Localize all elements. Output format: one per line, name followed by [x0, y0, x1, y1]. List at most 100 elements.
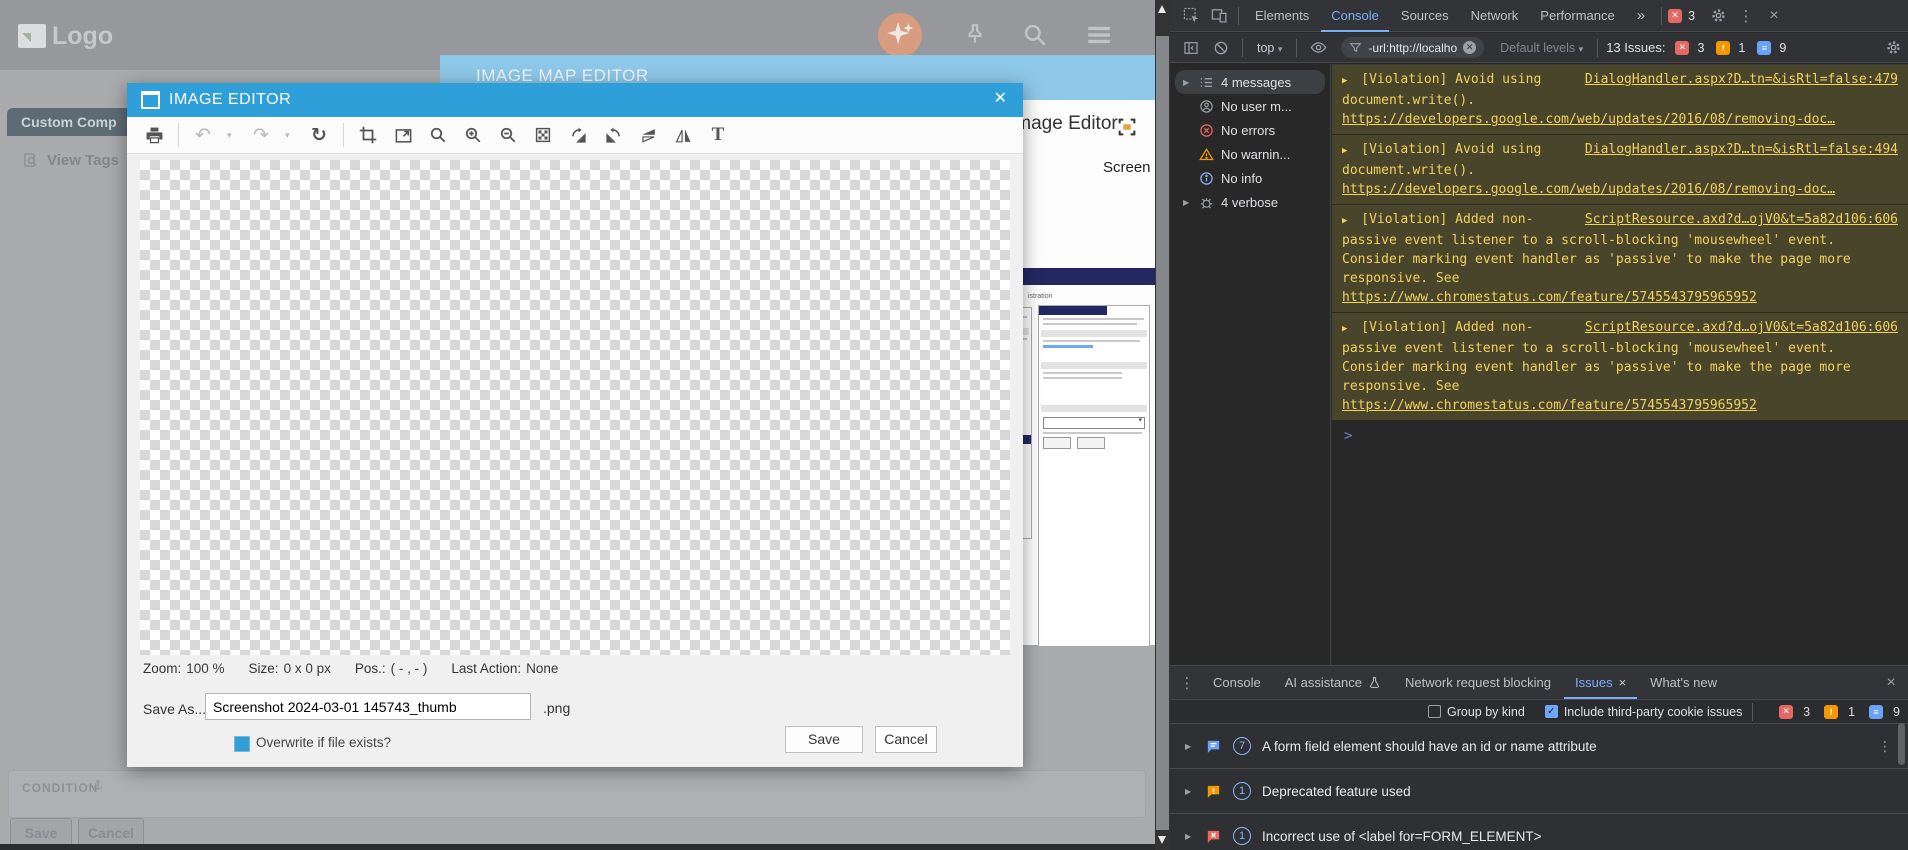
third-party-checkbox[interactable]: ✓: [1544, 705, 1558, 718]
message-doc-link[interactable]: https://developers.google.com/web/update…: [1342, 182, 1835, 197]
drawer-menu-button[interactable]: ⋮: [1174, 670, 1200, 696]
rotate-right-button[interactable]: [567, 124, 589, 146]
undo-dropdown-caret[interactable]: ▾: [227, 130, 237, 141]
expand-caret-icon[interactable]: ▶: [1183, 78, 1192, 87]
error-badge-icon[interactable]: ✕: [1668, 8, 1683, 23]
print-button[interactable]: [143, 124, 165, 146]
view-tags-link[interactable]: View Tags: [22, 152, 119, 169]
close-issues-tab-icon[interactable]: ×: [1619, 667, 1627, 699]
undo-button[interactable]: ↶: [192, 124, 214, 146]
drawer-tab-issues[interactable]: Issues ×: [1564, 666, 1637, 699]
issue-count-badge: 1: [1233, 827, 1251, 845]
expand-caret-icon[interactable]: ▶: [1342, 76, 1347, 86]
preview-thumbnail-main[interactable]: ▾: [1038, 305, 1150, 647]
sidebar-item-warnings[interactable]: No warnin...: [1175, 142, 1325, 166]
sidebar-item-info[interactable]: No info: [1175, 166, 1325, 190]
dialog-close-button[interactable]: ✕: [994, 91, 1007, 107]
clear-console-button[interactable]: [1208, 35, 1234, 61]
message-source-link[interactable]: DialogHandler.aspx?D…tn=&isRtl=false:479: [1585, 70, 1898, 89]
sidebar-item-errors[interactable]: No errors: [1175, 118, 1325, 142]
flip-horizontal-button[interactable]: [672, 124, 694, 146]
devtools-close-button[interactable]: ×: [1761, 3, 1787, 29]
clear-filter-icon[interactable]: ✕: [1463, 41, 1477, 54]
log-levels-selector[interactable]: Default levels ▾: [1494, 41, 1589, 55]
save-button[interactable]: Save: [785, 726, 863, 753]
expand-caret-icon[interactable]: ▶: [1342, 324, 1347, 334]
tab-elements[interactable]: Elements: [1245, 0, 1319, 32]
device-toolbar-button[interactable]: [1206, 3, 1232, 29]
issue-row[interactable]: ▶ 7 A form field element should have an …: [1170, 723, 1908, 768]
zoom-out-button[interactable]: [497, 124, 519, 146]
issue-row[interactable]: ▶ 1 Incorrect use of <label for=FORM_ELE…: [1170, 813, 1908, 850]
tab-performance[interactable]: Performance: [1530, 0, 1624, 32]
devtools-settings-button[interactable]: [1705, 3, 1731, 29]
refresh-button[interactable]: ↻: [308, 124, 330, 146]
message-source-link[interactable]: DialogHandler.aspx?D…tn=&isRtl=false:494: [1585, 140, 1898, 159]
message-doc-link[interactable]: https://developers.google.com/web/update…: [1342, 112, 1835, 127]
expand-caret-icon[interactable]: ▶: [1185, 742, 1194, 751]
more-tabs-button[interactable]: »: [1627, 0, 1655, 32]
cancel-button[interactable]: Cancel: [875, 726, 937, 753]
message-doc-link[interactable]: https://www.chromestatus.com/feature/574…: [1342, 398, 1757, 413]
drawer-tab-network-request-blocking[interactable]: Network request blocking: [1394, 666, 1562, 699]
sidebar-item-verbose[interactable]: ▶ 4 verbose: [1175, 190, 1325, 214]
expand-caret-icon[interactable]: ▶: [1183, 198, 1192, 207]
editor-canvas[interactable]: [140, 160, 1010, 655]
issue-kebab-menu[interactable]: ⋮: [1878, 738, 1892, 755]
issue-row[interactable]: ▶ 1 Deprecated feature used: [1170, 768, 1908, 813]
screenshot-capture-button[interactable]: [1116, 116, 1138, 138]
context-selector[interactable]: top ▾: [1251, 41, 1288, 55]
transparency-button[interactable]: [532, 124, 554, 146]
console-sidebar-toggle[interactable]: [1178, 35, 1204, 61]
sidebar-item-user-messages[interactable]: No user m...: [1175, 94, 1325, 118]
drawer-tab-whats-new[interactable]: What's new: [1639, 666, 1728, 699]
pin-button[interactable]: [962, 22, 988, 48]
issues-count-label[interactable]: 13 Issues:: [1606, 40, 1665, 55]
expand-caret-icon[interactable]: ▶: [1342, 216, 1347, 226]
console-prompt[interactable]: >: [1332, 421, 1908, 444]
tab-sources[interactable]: Sources: [1391, 0, 1459, 32]
separator: [1597, 38, 1599, 57]
expand-caret-icon[interactable]: ▶: [1185, 787, 1194, 796]
ai-sparkle-button[interactable]: [878, 13, 922, 57]
scrollbar-down-arrow[interactable]: [1158, 836, 1166, 844]
gear-icon: [1711, 9, 1725, 22]
message-source-link[interactable]: ScriptResource.axd?d…ojV0&t=5a82d106:606: [1585, 210, 1898, 229]
expand-caret-icon[interactable]: ▶: [1342, 146, 1347, 156]
console-settings-button[interactable]: [1880, 35, 1906, 61]
redo-button[interactable]: ↷: [250, 124, 272, 146]
issues-scrollbar-thumb[interactable]: [1898, 723, 1905, 765]
live-expression-button[interactable]: [1305, 35, 1331, 61]
group-by-kind-checkbox[interactable]: [1428, 705, 1441, 718]
overwrite-checkbox[interactable]: [234, 736, 250, 752]
menu-button[interactable]: [1086, 24, 1112, 46]
drawer-tab-ai-assistance[interactable]: AI assistance: [1274, 666, 1392, 699]
console-filter-pill[interactable]: -url:http://localho ✕: [1341, 37, 1485, 58]
scrollbar-thumb[interactable]: [1156, 36, 1169, 830]
tab-network[interactable]: Network: [1461, 0, 1529, 32]
tab-console[interactable]: Console: [1321, 0, 1389, 32]
zoom-tool-button[interactable]: [427, 124, 449, 146]
message-doc-link[interactable]: https://www.chromestatus.com/feature/574…: [1342, 290, 1757, 305]
zoom-in-button[interactable]: [462, 124, 484, 146]
devtools-menu-button[interactable]: ⋮: [1733, 3, 1759, 29]
sidebar-item-all-messages[interactable]: ▶ 4 messages: [1175, 70, 1325, 94]
scrollbar-up-arrow[interactable]: [1158, 5, 1166, 13]
resize-button[interactable]: [392, 124, 414, 146]
drawer-close-button[interactable]: ×: [1878, 670, 1904, 696]
expand-caret-icon[interactable]: ▶: [1185, 832, 1194, 841]
filter-text[interactable]: -url:http://localho: [1368, 41, 1457, 55]
search-button[interactable]: [1022, 22, 1048, 48]
message-source-link[interactable]: ScriptResource.axd?d…ojV0&t=5a82d106:606: [1585, 318, 1898, 337]
rotate-left-button[interactable]: [602, 124, 624, 146]
flip-vertical-button[interactable]: [637, 124, 659, 146]
text-tool-button[interactable]: T: [707, 124, 729, 146]
image-editor-titlebar[interactable]: IMAGE EDITOR ✕: [127, 83, 1023, 117]
page-scrollbar[interactable]: [1155, 0, 1170, 850]
crop-button[interactable]: [357, 124, 379, 146]
redo-dropdown-caret[interactable]: ▾: [285, 130, 295, 141]
drawer-tab-console[interactable]: Console: [1202, 666, 1272, 699]
error-circle-icon: [1200, 123, 1213, 137]
inspect-element-button[interactable]: [1178, 3, 1204, 29]
filename-input[interactable]: [205, 693, 531, 720]
